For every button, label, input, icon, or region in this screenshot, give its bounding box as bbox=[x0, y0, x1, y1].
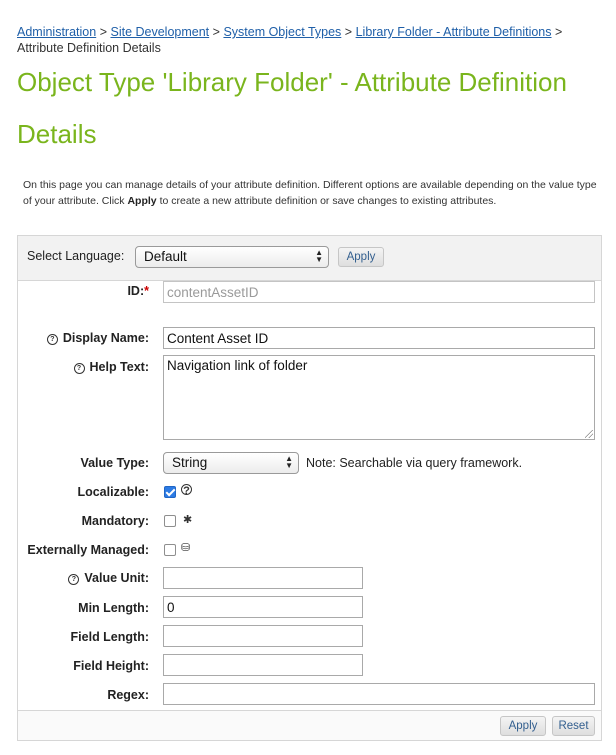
info-circle-icon[interactable]: ? bbox=[181, 484, 192, 497]
value-type-label: Value Type: bbox=[80, 456, 149, 470]
reset-button[interactable]: Reset bbox=[552, 716, 595, 736]
value-type-select[interactable]: String ▲ ▼ bbox=[163, 452, 299, 474]
help-text-field[interactable]: Navigation link of folder bbox=[163, 355, 595, 440]
min-length-label: Min Length: bbox=[78, 601, 149, 615]
intro-text: On this page you can manage details of y… bbox=[23, 177, 603, 209]
localizable-label: Localizable: bbox=[77, 485, 149, 499]
value-unit-field[interactable] bbox=[163, 567, 363, 589]
apply-button[interactable]: Apply bbox=[500, 716, 546, 736]
breadcrumb: Administration > Site Development > Syst… bbox=[17, 24, 577, 56]
external-managed-icon: ⛁ bbox=[181, 542, 191, 554]
id-label-text: ID: bbox=[127, 284, 145, 298]
breadcrumb-link-site-development[interactable]: Site Development bbox=[110, 25, 209, 39]
display-name-label: ? Display Name: bbox=[46, 331, 149, 345]
field-height-field[interactable] bbox=[163, 654, 363, 676]
breadcrumb-separator: > bbox=[344, 25, 353, 39]
language-label: Select Language: bbox=[27, 249, 125, 263]
info-circle-icon[interactable]: ? bbox=[73, 363, 85, 374]
info-circle-icon[interactable]: ? bbox=[46, 334, 58, 345]
attribute-form-panel: Select Language: Default ▲ ▼ Apply ID:* c… bbox=[17, 235, 602, 741]
intro-text-part2: to create a new attribute definition or … bbox=[159, 195, 497, 207]
required-asterisk: * bbox=[144, 284, 149, 298]
help-text-label-text: Help Text: bbox=[89, 360, 150, 374]
externally-managed-checkbox[interactable] bbox=[164, 544, 176, 556]
breadcrumb-separator: > bbox=[555, 25, 563, 39]
value-type-select-value: String bbox=[172, 455, 208, 470]
language-apply-button[interactable]: Apply bbox=[338, 247, 384, 267]
id-label: ID:* bbox=[127, 284, 149, 298]
asterisk-icon: ✱ bbox=[183, 514, 193, 526]
field-length-field[interactable] bbox=[163, 625, 363, 647]
breadcrumb-link-administration[interactable]: Administration bbox=[17, 25, 96, 39]
mandatory-label: Mandatory: bbox=[81, 514, 149, 528]
language-select[interactable]: Default ▲ ▼ bbox=[135, 246, 329, 268]
select-arrows-icon: ▲ ▼ bbox=[315, 248, 323, 264]
regex-label: Regex: bbox=[107, 688, 149, 702]
field-height-label: Field Height: bbox=[73, 659, 149, 673]
breadcrumb-separator: > bbox=[99, 25, 107, 39]
value-unit-label-text: Value Unit: bbox=[84, 571, 149, 585]
intro-text-apply: Apply bbox=[127, 195, 157, 207]
mandatory-checkbox[interactable] bbox=[164, 515, 176, 527]
display-name-field[interactable]: Content Asset ID bbox=[163, 327, 595, 349]
externally-managed-label: Externally Managed: bbox=[27, 543, 149, 557]
language-bar: Select Language: Default ▲ ▼ Apply bbox=[18, 236, 601, 281]
resize-handle-icon[interactable] bbox=[585, 430, 593, 438]
breadcrumb-link-library-folder-attributes[interactable]: Library Folder - Attribute Definitions bbox=[356, 25, 552, 39]
language-select-value: Default bbox=[144, 249, 187, 264]
breadcrumb-separator: > bbox=[212, 25, 220, 39]
help-text-label: ? Help Text: bbox=[73, 360, 150, 374]
localizable-checkbox[interactable] bbox=[164, 486, 176, 498]
id-field[interactable]: contentAssetID bbox=[163, 281, 595, 303]
regex-field[interactable] bbox=[163, 683, 595, 705]
value-unit-label: ? Value Unit: bbox=[68, 571, 149, 585]
display-name-label-text: Display Name: bbox=[62, 331, 149, 345]
value-type-note: Note: Searchable via query framework. bbox=[306, 456, 523, 470]
field-length-label: Field Length: bbox=[70, 630, 149, 644]
help-text-value: Navigation link of folder bbox=[167, 358, 308, 373]
page-title: Object Type 'Library Folder' - Attribute… bbox=[17, 67, 567, 149]
min-length-field[interactable]: 0 bbox=[163, 596, 363, 618]
info-circle-icon[interactable]: ? bbox=[68, 574, 80, 585]
breadcrumb-current: Attribute Definition Details bbox=[17, 41, 161, 55]
select-arrows-icon: ▲ ▼ bbox=[285, 454, 293, 470]
breadcrumb-link-system-object-types[interactable]: System Object Types bbox=[223, 25, 341, 39]
form-footer: Apply Reset bbox=[18, 710, 601, 740]
